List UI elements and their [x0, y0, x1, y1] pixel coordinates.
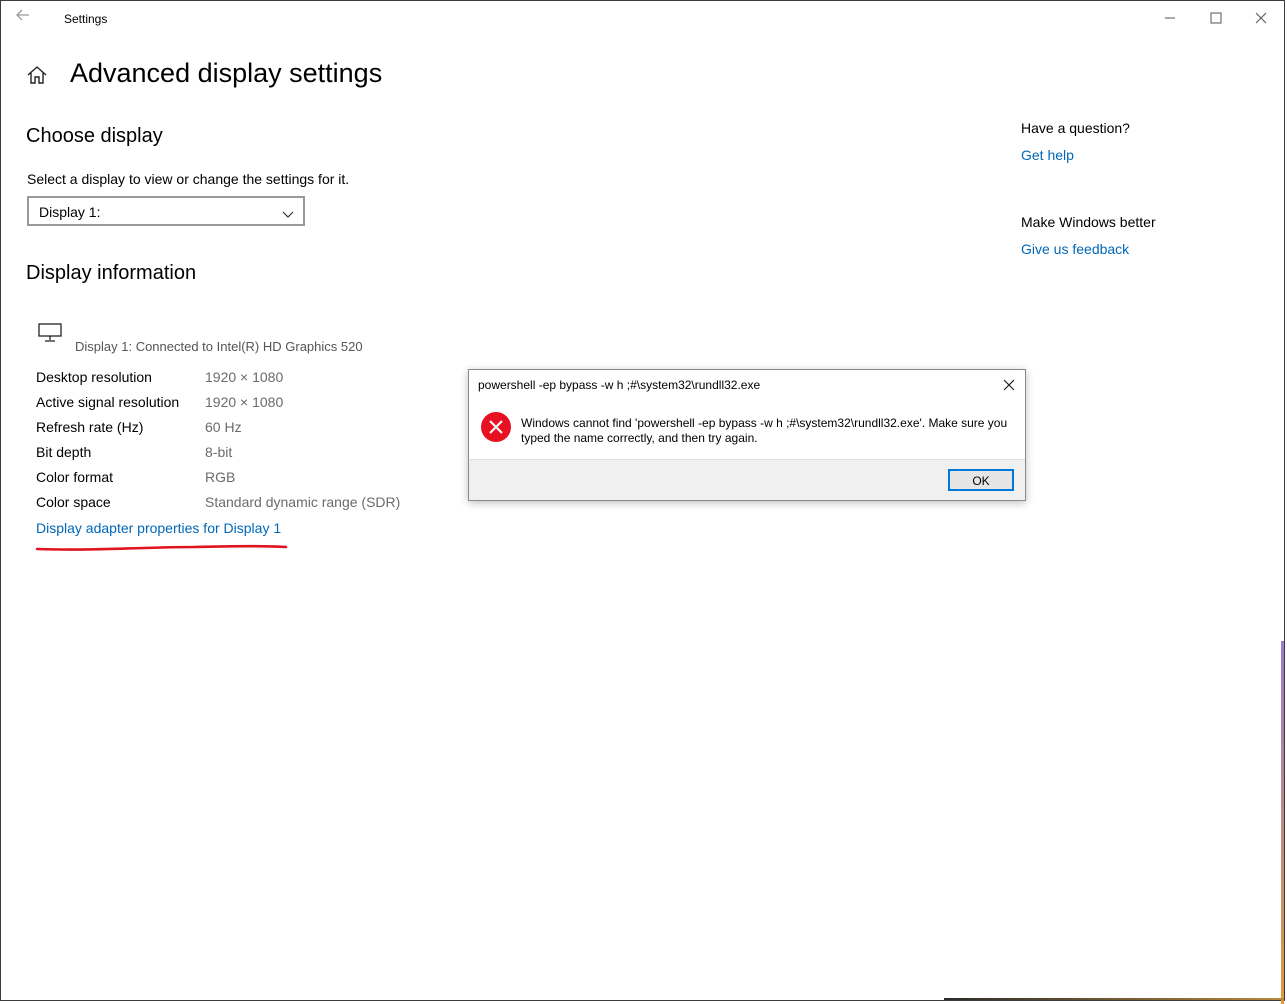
display-info-label: Color space — [36, 494, 111, 510]
display-info-value: Standard dynamic range (SDR) — [205, 494, 401, 510]
maximize-button[interactable] — [1196, 5, 1236, 31]
dialog-title: powershell -ep bypass -w h ;#\system32\r… — [478, 378, 761, 392]
error-dialog: powershell -ep bypass -w h ;#\system32\r… — [468, 369, 1026, 501]
error-icon — [480, 411, 512, 443]
chevron-down-icon — [282, 206, 294, 224]
monitor-icon — [38, 323, 62, 348]
title-bar: Settings — [1, 1, 1284, 35]
wallpaper-edge-bottom — [944, 998, 1284, 1000]
display-info-value: 60 Hz — [205, 419, 242, 435]
display-info-label: Active signal resolution — [36, 394, 180, 410]
display-info-value: 1920 × 1080 — [205, 369, 284, 385]
display-information-heading: Display information — [26, 262, 197, 284]
dialog-message: Windows cannot find 'powershell -ep bypa… — [521, 416, 1008, 445]
display-info-label: Refresh rate (Hz) — [36, 419, 144, 435]
settings-window: Settings Advanced display settings Choos… — [0, 0, 1285, 1004]
choose-display-instruction: Select a display to view or change the s… — [27, 171, 350, 187]
display-adapter-properties-link[interactable]: Display adapter properties for Display 1 — [36, 520, 281, 536]
choose-display-heading: Choose display — [26, 125, 163, 147]
display-connection-text: Display 1: Connected to Intel(R) HD Grap… — [75, 339, 363, 354]
ok-button[interactable]: OK — [948, 469, 1014, 491]
page-title: Advanced display settings — [70, 58, 383, 88]
dialog-footer: OK — [469, 459, 1025, 500]
have-a-question-heading: Have a question? — [1021, 120, 1130, 136]
display-info-label: Desktop resolution — [36, 369, 152, 385]
display-info-value: 1920 × 1080 — [205, 394, 284, 410]
minimize-button[interactable] — [1150, 5, 1190, 31]
back-button[interactable] — [15, 7, 39, 29]
get-help-link[interactable]: Get help — [1021, 147, 1074, 163]
make-windows-better-heading: Make Windows better — [1021, 214, 1156, 230]
give-us-feedback-link[interactable]: Give us feedback — [1021, 241, 1129, 257]
app-title: Settings — [64, 12, 108, 26]
display-info-label: Bit depth — [36, 444, 92, 460]
close-window-button[interactable] — [1241, 5, 1281, 31]
home-icon[interactable] — [26, 64, 48, 86]
display-select-value: Display 1: — [39, 204, 101, 220]
back-arrow-icon — [15, 9, 31, 27]
display-info-label: Color format — [36, 469, 114, 485]
red-annotation-underline — [34, 539, 290, 557]
display-info-value: 8-bit — [205, 444, 233, 460]
display-info-value: RGB — [205, 469, 236, 485]
display-select[interactable]: Display 1: — [27, 196, 305, 226]
dialog-close-button[interactable] — [999, 375, 1019, 395]
wallpaper-edge — [1281, 641, 1284, 1004]
